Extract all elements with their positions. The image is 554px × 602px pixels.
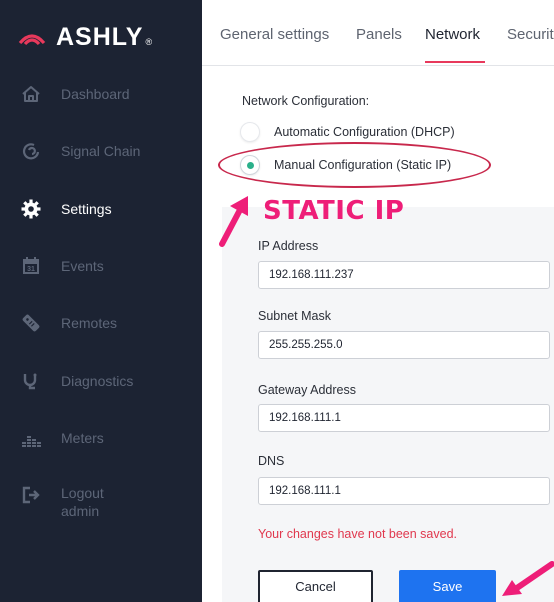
dhcp-option[interactable]: Automatic Configuration (DHCP): [240, 120, 455, 144]
sidebar-item-signal-chain[interactable]: Signal Chain: [0, 131, 202, 171]
sidebar-item-settings[interactable]: Settings: [0, 189, 202, 229]
tab-panels[interactable]: Panels: [356, 26, 402, 43]
cancel-button[interactable]: Cancel: [258, 570, 373, 602]
sidebar-item-label: Remotes: [61, 315, 118, 331]
calendar-icon: 31: [20, 255, 42, 277]
brand-name: ASHLY: [56, 22, 144, 51]
meters-icon: [20, 427, 42, 449]
main-content: General settings Panels Network Securit …: [202, 0, 554, 602]
sidebar-item-remotes[interactable]: Remotes: [0, 303, 202, 343]
sidebar-item-logout[interactable]: Logout admin: [0, 476, 202, 534]
sidebar-item-label: Diagnostics: [61, 373, 134, 389]
home-icon: [20, 83, 42, 105]
sidebar-item-label: Events: [61, 258, 104, 274]
sidebar-item-label: Logout: [61, 485, 104, 501]
active-tab-indicator: [425, 61, 485, 63]
subnet-mask-label: Subnet Mask: [258, 309, 331, 323]
dns-field[interactable]: 192.168.111.1: [258, 477, 550, 505]
annotation-arrow-left-icon: [502, 561, 554, 596]
sidebar-item-label: Dashboard: [61, 86, 130, 102]
ashly-logo-icon: [18, 27, 46, 47]
annotation-arrow-up-icon: [219, 196, 248, 247]
brand-logo: ASHLY ®: [18, 22, 152, 52]
sidebar: ASHLY ® Dashboard Signal Chain Settings …: [0, 0, 202, 602]
sidebar-item-diagnostics[interactable]: Diagnostics: [0, 361, 202, 401]
brand-registered-mark: ®: [145, 37, 153, 47]
sidebar-item-meters[interactable]: Meters: [0, 418, 202, 458]
signal-chain-icon: [20, 140, 42, 162]
ip-address-field[interactable]: 192.168.111.237: [258, 261, 550, 289]
save-button[interactable]: Save: [399, 570, 496, 602]
remote-icon: [20, 312, 42, 334]
gateway-address-field[interactable]: 192.168.111.1: [258, 404, 550, 432]
gateway-address-label: Gateway Address: [258, 383, 356, 397]
logout-icon: [20, 484, 42, 506]
ip-address-label: IP Address: [258, 239, 319, 253]
sidebar-item-label: Settings: [61, 201, 112, 217]
sidebar-item-events[interactable]: 31 Events: [0, 246, 202, 286]
sidebar-item-dashboard[interactable]: Dashboard: [0, 74, 202, 114]
stethoscope-icon: [20, 370, 42, 392]
tab-general-settings[interactable]: General settings: [220, 26, 329, 43]
sidebar-item-label: Meters: [61, 430, 104, 446]
static-ip-annotation: STATIC IP: [263, 196, 405, 226]
network-config-label: Network Configuration:: [242, 94, 370, 108]
static-ip-highlight-ellipse: [218, 142, 491, 188]
subnet-mask-field[interactable]: 255.255.255.0: [258, 331, 550, 359]
logged-in-user: admin: [61, 503, 100, 519]
settings-tabs: General settings Panels Network Securit: [202, 0, 554, 66]
gear-icon: [20, 198, 42, 220]
svg-text:31: 31: [27, 266, 35, 273]
tab-security[interactable]: Securit: [507, 26, 554, 43]
dhcp-radio[interactable]: [240, 122, 260, 142]
unsaved-changes-warning: Your changes have not been saved.: [258, 527, 457, 541]
dns-label: DNS: [258, 454, 285, 468]
tab-network[interactable]: Network: [425, 26, 480, 43]
dhcp-label: Automatic Configuration (DHCP): [274, 125, 455, 139]
sidebar-item-label: Signal Chain: [61, 143, 141, 159]
